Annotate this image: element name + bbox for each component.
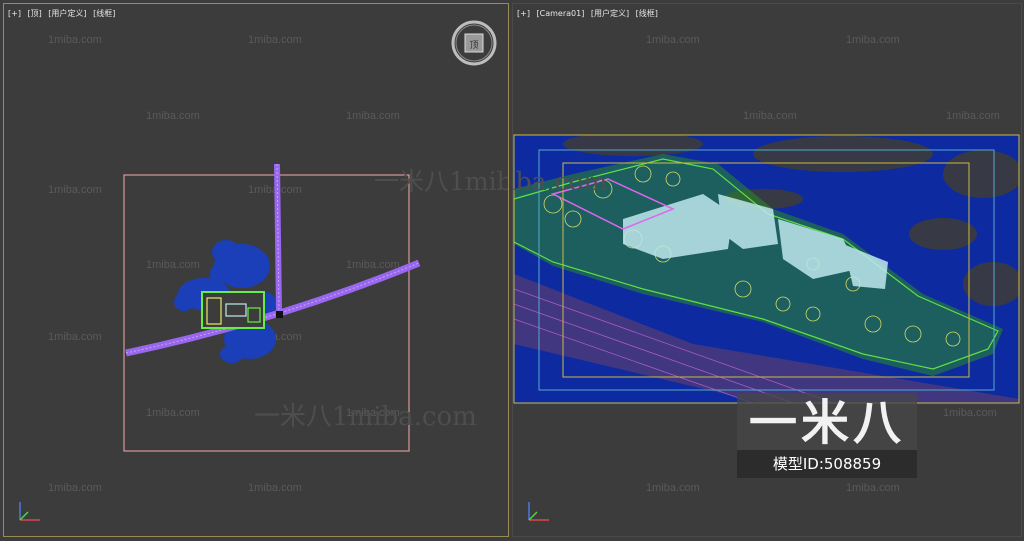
badge-model-id: 模型ID:508859	[737, 450, 917, 478]
top-viewport[interactable]: [+] [顶] [用户定义] [线框] 1miba.com 1miba.com …	[3, 3, 509, 537]
watermark-large: 一米八1miba.com	[254, 402, 477, 432]
top-view-scene	[123, 163, 421, 452]
badge-logo-text: 一米八	[748, 395, 905, 451]
axis-tripod-icon	[14, 498, 44, 526]
viewcube-icon[interactable]: 顶	[449, 18, 499, 68]
site-block	[201, 291, 265, 329]
viewcube-face-label: 顶	[469, 40, 478, 51]
model-id-badge: 一米八 模型ID:508859	[737, 393, 917, 478]
watermark-large: 一米八1miba.com	[513, 167, 608, 196]
road-junction	[276, 311, 283, 318]
watermark-large: 一米八1miba.com	[374, 167, 508, 196]
axis-tripod-icon	[523, 498, 553, 526]
